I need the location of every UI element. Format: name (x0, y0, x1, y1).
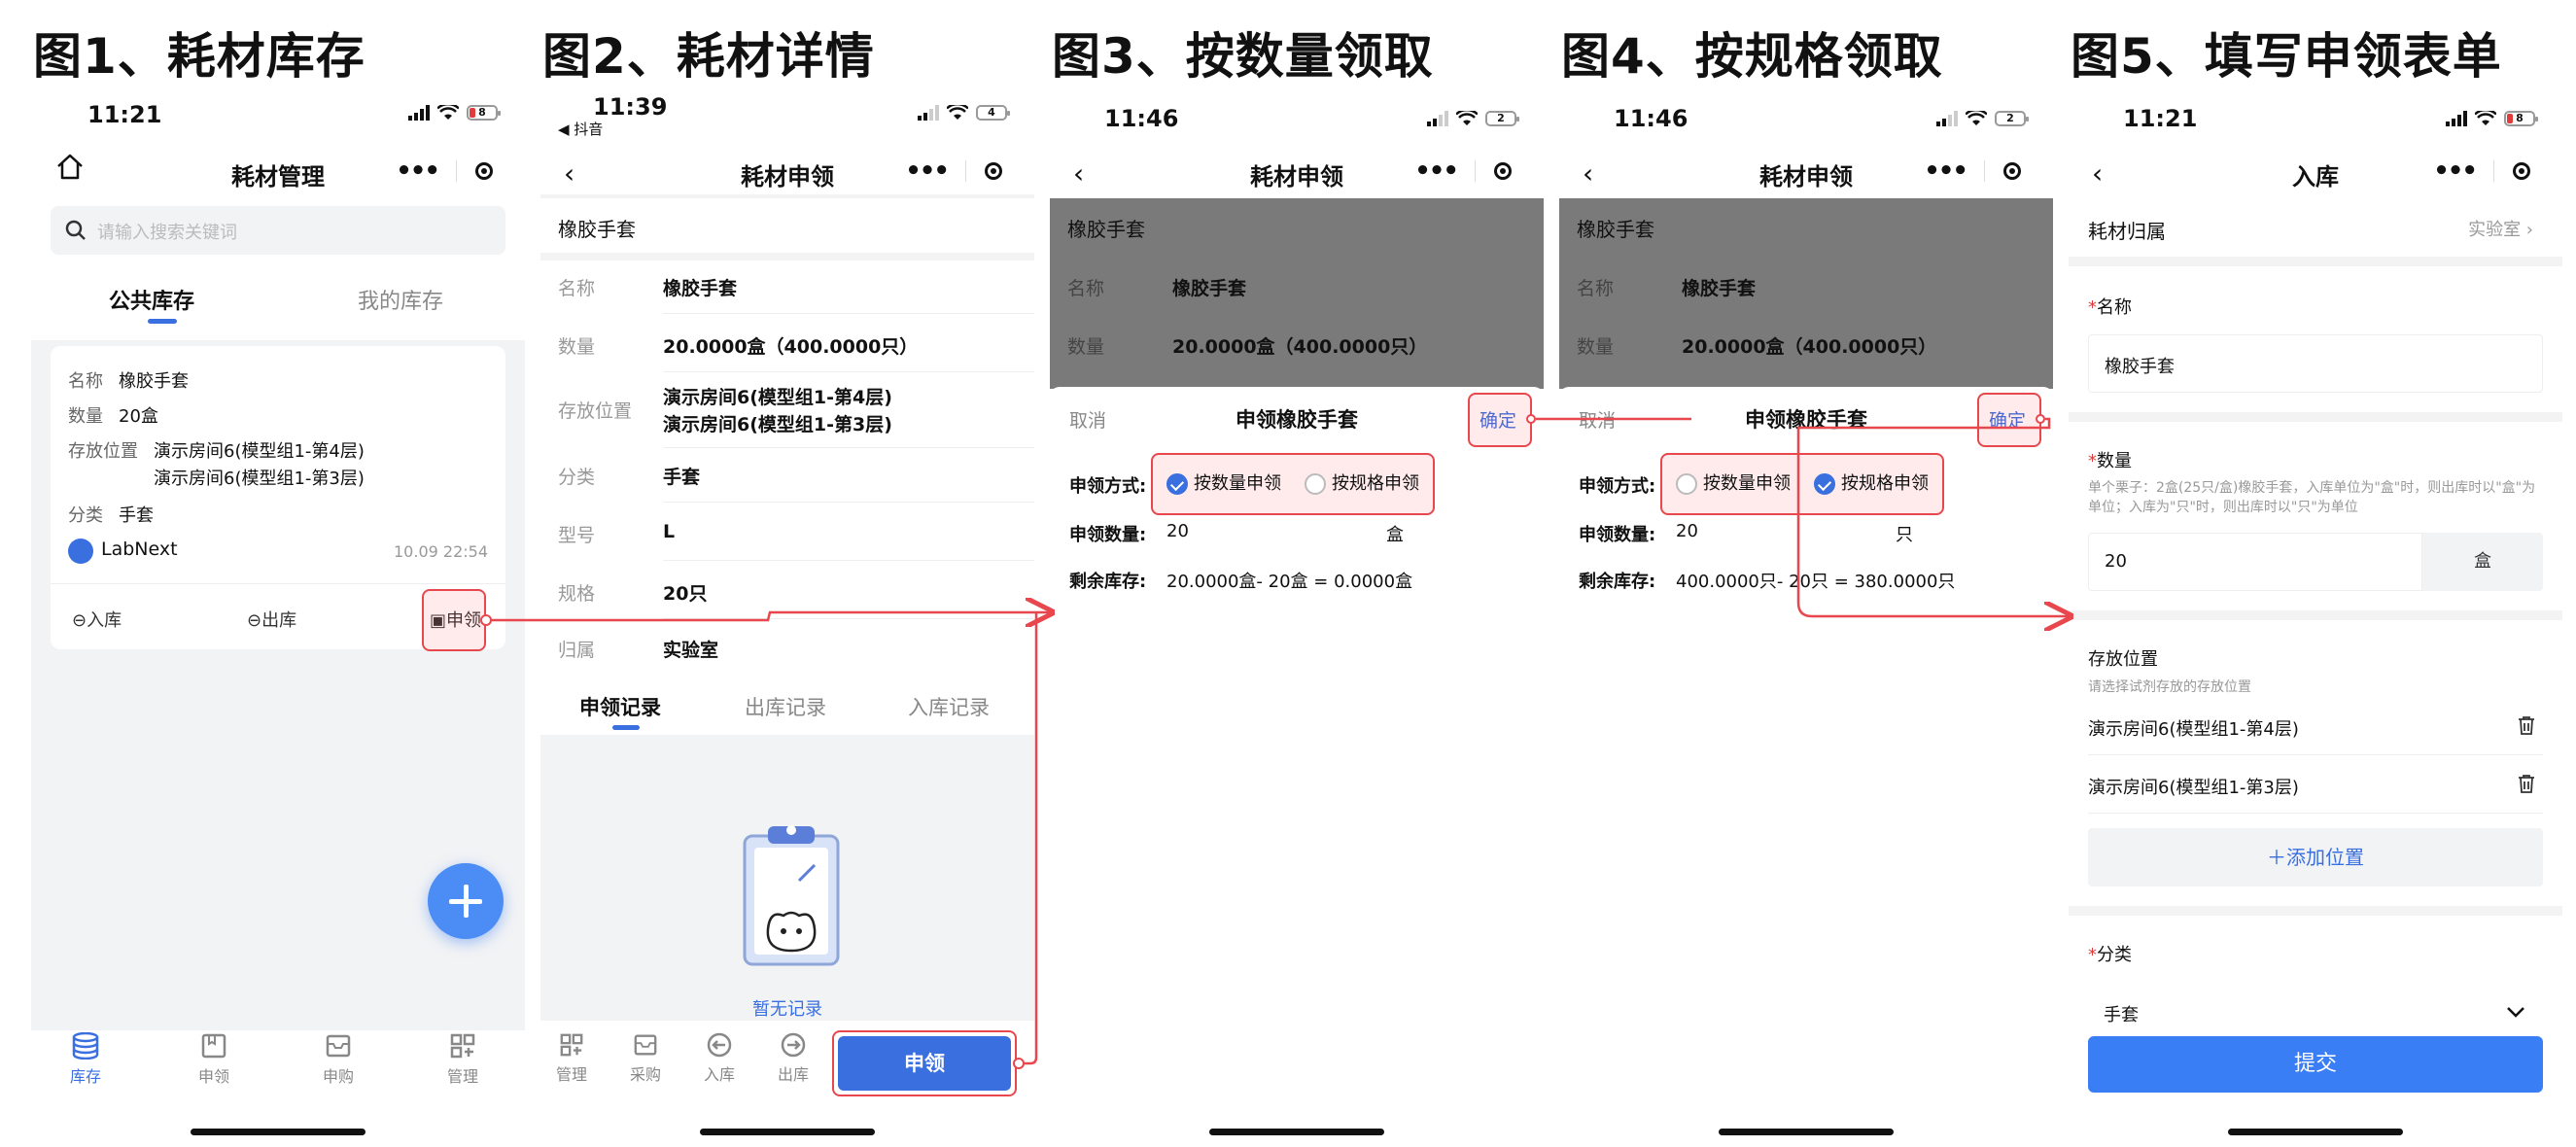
connector-fig1-to-fig3 (491, 612, 1050, 620)
connector-dot-1 (480, 614, 492, 626)
connector-fig4-to-fig5 (1796, 417, 2069, 616)
connector-dot-2 (1013, 1058, 1025, 1069)
connector-fig2-to-fig3 (1024, 612, 1038, 1065)
flow-connectors (480, 417, 2576, 1069)
